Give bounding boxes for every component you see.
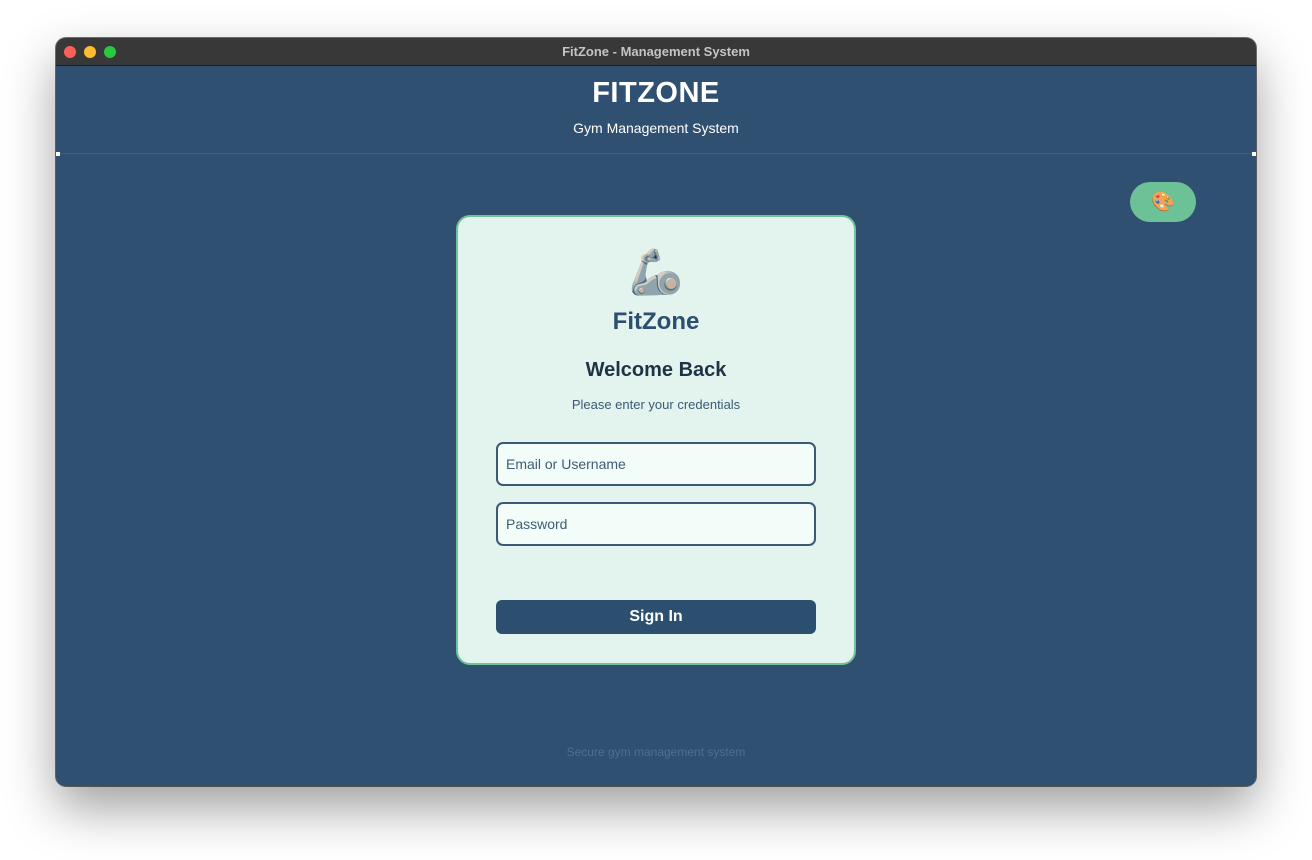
palette-icon: 🎨 [1151, 192, 1175, 213]
credentials-subtitle: Please enter your credentials [571, 397, 741, 412]
window-title: FitZone - Management System [562, 44, 750, 59]
theme-toggle-button[interactable]: 🎨 [1130, 182, 1196, 222]
app-header: FITZONE Gym Management System [56, 67, 1256, 154]
app-window: FitZone - Management System FITZONE Gym … [56, 38, 1256, 786]
title-bar: FitZone - Management System [56, 38, 1256, 66]
sign-in-button[interactable]: Sign In [496, 600, 816, 634]
welcome-heading: Welcome Back [585, 359, 727, 381]
password-input[interactable] [496, 502, 816, 546]
header-divider-right-mark [1252, 152, 1256, 156]
header-brand: FITZONE [592, 77, 720, 109]
header-divider-left-mark [56, 152, 60, 156]
login-card: 🦾 FitZone Welcome Back Please enter your… [456, 215, 856, 665]
header-tagline: Gym Management System [573, 120, 739, 136]
email-username-input[interactable] [496, 442, 816, 486]
mechanical-arm-icon: 🦾 [628, 248, 684, 297]
card-brand: FitZone [612, 308, 700, 335]
footer-note: Secure gym management system [566, 745, 746, 759]
